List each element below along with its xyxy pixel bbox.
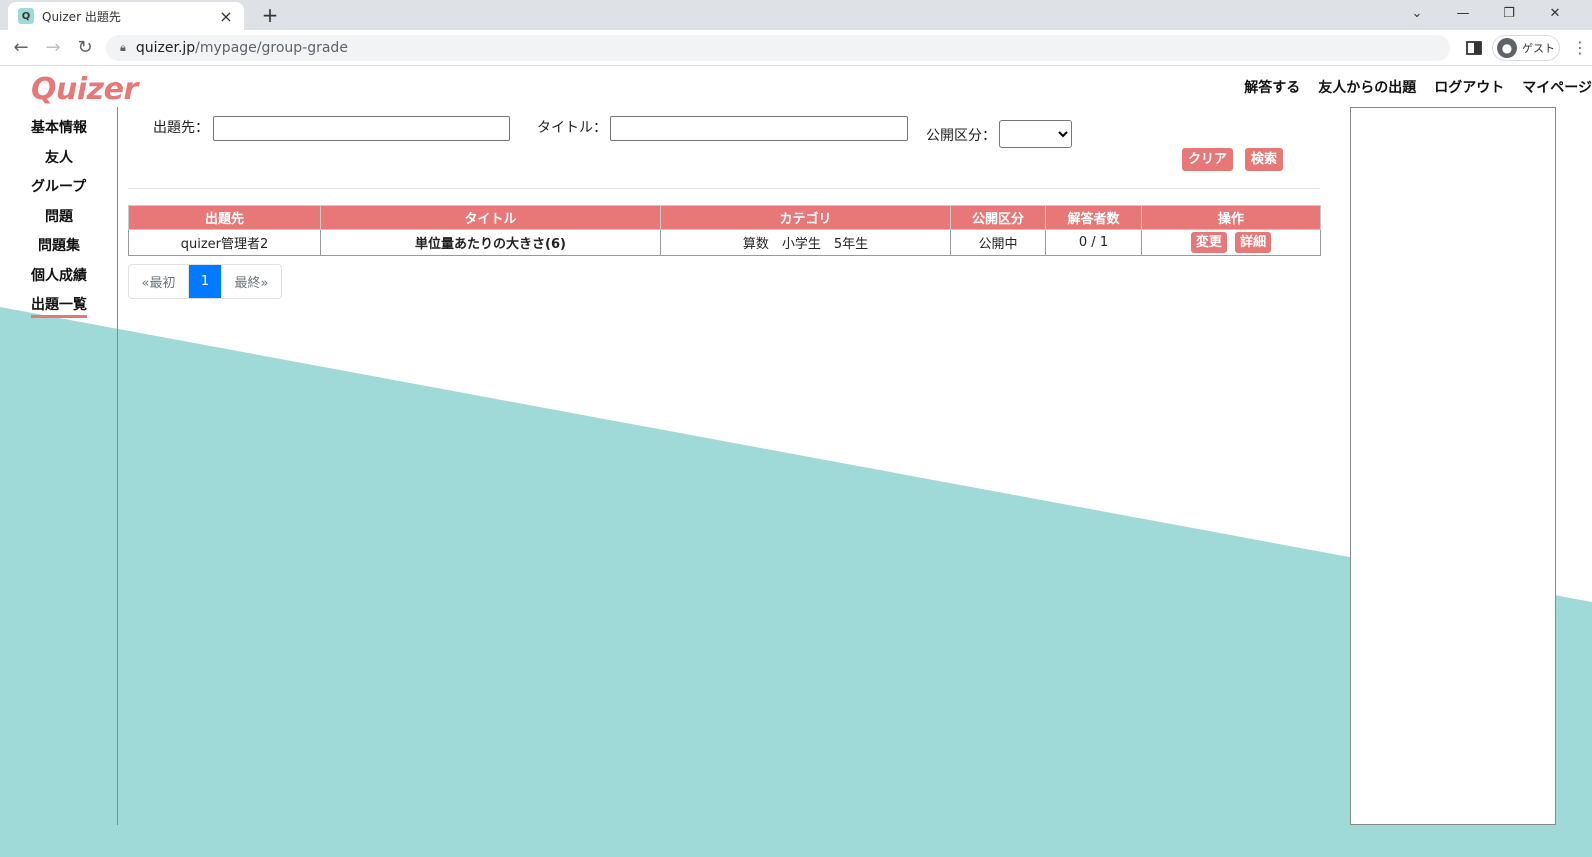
browser-tab[interactable]: Q Quizer 出題先 × xyxy=(8,2,244,30)
header-title[interactable]: タイトル xyxy=(320,205,661,230)
avatar-icon: ● xyxy=(1497,38,1517,58)
visibility-label: 公開区分： xyxy=(926,128,996,144)
header-actions: 操作 xyxy=(1141,205,1321,230)
detail-button[interactable]: 詳細 xyxy=(1235,232,1272,253)
profile-button[interactable]: ● ゲスト xyxy=(1492,35,1560,61)
browser-toolbar: ← → ↻ 🔒︎ quizer.jp /mypage/group-grade ●… xyxy=(0,30,1592,66)
menu-kebab-icon[interactable]: ⋮ xyxy=(1572,38,1588,58)
side-panel-icon[interactable] xyxy=(1464,38,1484,58)
minimize-icon[interactable]: — xyxy=(1440,0,1486,30)
right-side-panel xyxy=(1350,107,1556,825)
profile-label: ゲスト xyxy=(1522,42,1555,55)
tab-title: Quizer 出題先 xyxy=(42,9,121,24)
pagination: «最初 1 最終» xyxy=(128,264,282,299)
title-label: タイトル： xyxy=(537,120,607,136)
browser-tab-bar: Q Quizer 出題先 × + ⌄ — ❐ ✕ xyxy=(0,0,1592,30)
sidebar-item-assignment-list[interactable]: 出題一覧 xyxy=(31,294,87,318)
nav-answer[interactable]: 解答する xyxy=(1244,77,1300,97)
quizer-favicon-icon: Q xyxy=(18,8,34,24)
table-row: quizer管理者2 単位量あたりの大きさ(6) 算数 小学生 5年生 公開中 … xyxy=(128,229,1321,256)
cell-actions: 変更 詳細 xyxy=(1141,229,1321,256)
header-visibility[interactable]: 公開区分 xyxy=(950,205,1046,230)
cell-category: 算数 小学生 5年生 xyxy=(660,229,951,256)
sidebar-item-friends[interactable]: 友人 xyxy=(45,147,73,167)
lock-icon: 🔒︎ xyxy=(120,41,126,54)
forward-icon[interactable]: → xyxy=(41,36,65,60)
back-icon[interactable]: ← xyxy=(9,36,33,60)
reload-icon[interactable]: ↻ xyxy=(73,36,97,60)
header-target[interactable]: 出題先 xyxy=(128,205,321,230)
url-path: /mypage/group-grade xyxy=(195,40,348,56)
sidebar-item-personal-results[interactable]: 個人成績 xyxy=(31,265,87,285)
assignment-table: 出題先 タイトル カテゴリ 公開区分 解答者数 操作 quizer管理者2 単位… xyxy=(128,205,1321,256)
title-search-input[interactable] xyxy=(610,116,908,141)
divider xyxy=(128,188,1320,189)
edit-button[interactable]: 変更 xyxy=(1190,232,1227,253)
clear-button[interactable]: クリア xyxy=(1182,148,1234,171)
sidebar-item-basic-info[interactable]: 基本情報 xyxy=(31,117,87,137)
cell-title: 単位量あたりの大きさ(6) xyxy=(320,229,661,256)
sidebar-item-question-sets[interactable]: 問題集 xyxy=(38,235,80,255)
new-tab-icon[interactable]: + xyxy=(258,3,282,27)
main-content: 出題先： タイトル： 公開区分： クリア 検索 出題先 タイトル カテゴリ 公開… xyxy=(118,107,1350,825)
sidebar: 基本情報 友人 グループ 問題 問題集 個人成績 出題一覧 xyxy=(0,107,118,825)
header-category[interactable]: カテゴリ xyxy=(660,205,951,230)
close-tab-icon[interactable]: × xyxy=(218,7,234,26)
search-button[interactable]: 検索 xyxy=(1245,148,1284,171)
target-label: 出題先： xyxy=(153,120,209,136)
cell-target: quizer管理者2 xyxy=(128,229,321,256)
visibility-select[interactable] xyxy=(999,120,1072,148)
top-navigation: 解答する 友人からの出題 ログアウト マイページ xyxy=(1244,77,1592,97)
address-bar[interactable]: 🔒︎ quizer.jp /mypage/group-grade xyxy=(106,35,1450,61)
header-respondents[interactable]: 解答者数 xyxy=(1045,205,1142,230)
tab-search-icon[interactable]: ⌄ xyxy=(1394,0,1440,30)
page-last-link[interactable]: 最終» xyxy=(221,265,281,298)
quizer-logo[interactable]: Quizer xyxy=(31,72,138,107)
page-first-link[interactable]: «最初 xyxy=(129,265,189,298)
sidebar-item-questions[interactable]: 問題 xyxy=(45,206,73,226)
cell-respondents: 0 / 1 xyxy=(1045,229,1142,256)
nav-from-friends[interactable]: 友人からの出題 xyxy=(1318,77,1416,97)
page: Quizer 解答する 友人からの出題 ログアウト マイページ 基本情報 友人 … xyxy=(0,67,1592,857)
close-window-icon[interactable]: ✕ xyxy=(1532,0,1578,30)
nav-logout[interactable]: ログアウト xyxy=(1434,77,1504,97)
nav-mypage[interactable]: マイページ xyxy=(1522,77,1592,97)
url-host: quizer.jp xyxy=(135,40,196,56)
restore-icon[interactable]: ❐ xyxy=(1486,0,1532,30)
table-header-row: 出題先 タイトル カテゴリ 公開区分 解答者数 操作 xyxy=(128,205,1321,230)
sidebar-item-groups[interactable]: グループ xyxy=(31,176,86,196)
page-current[interactable]: 1 xyxy=(189,265,221,298)
target-search-input[interactable] xyxy=(213,116,510,141)
cell-visibility: 公開中 xyxy=(950,229,1046,256)
